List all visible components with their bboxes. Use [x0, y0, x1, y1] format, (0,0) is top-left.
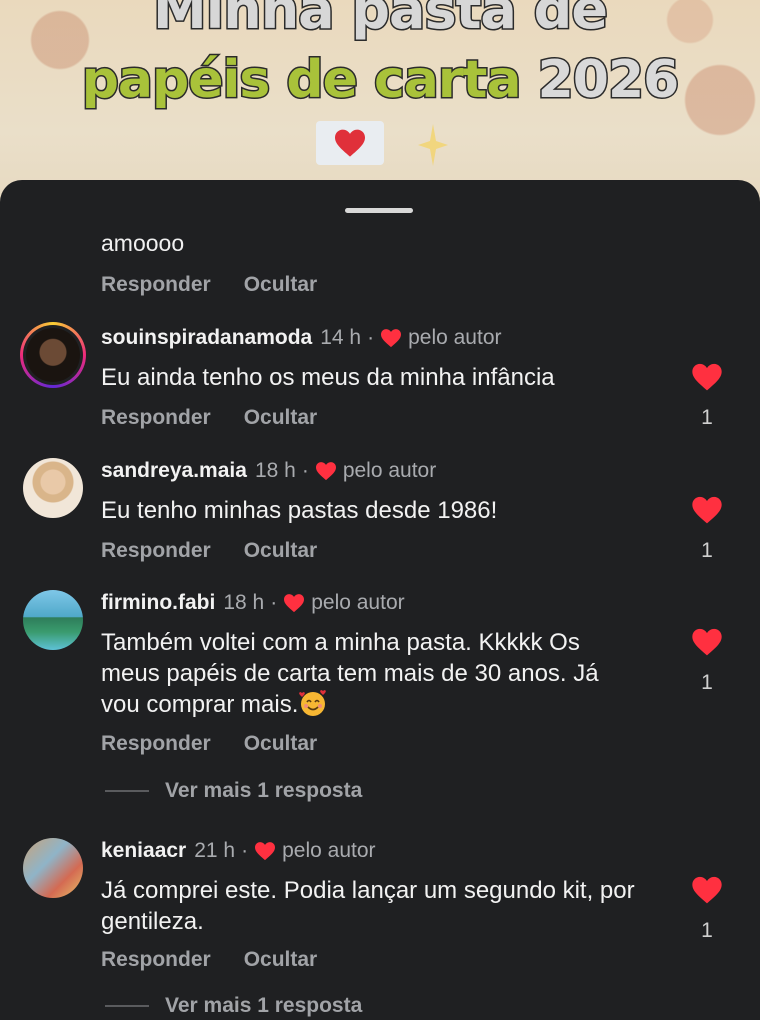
- comment-text: Eu ainda tenho os meus da minha infância: [101, 364, 555, 391]
- video-title-line2: papéis de carta 2026: [0, 49, 760, 112]
- reply-button[interactable]: Responder: [101, 539, 211, 563]
- comment-time: 18 h: [254, 459, 296, 482]
- comment-username[interactable]: keniaacr: [101, 839, 186, 863]
- comment-actions: Responder Ocultar: [101, 539, 317, 563]
- avatar[interactable]: [20, 835, 86, 901]
- hide-button[interactable]: Ocultar: [244, 732, 318, 756]
- like-heart-icon[interactable]: [691, 362, 723, 392]
- avatar-image: [23, 838, 83, 898]
- sparkle-icon: [418, 124, 448, 166]
- hide-button[interactable]: Ocultar: [244, 273, 318, 297]
- view-more-replies[interactable]: Ver mais 1 resposta: [105, 994, 362, 1018]
- comments-sheet: amoooo Responder Ocultar souinspiradanam…: [0, 180, 760, 1020]
- heart-icon: [335, 129, 365, 157]
- separator-dot: ·: [301, 459, 309, 482]
- comment-text: Eu tenho minhas pastas desde 1986!: [101, 497, 498, 524]
- comment-meta: sandreya.maia 18 h · pelo autor: [101, 459, 436, 483]
- avatar[interactable]: [20, 587, 86, 653]
- view-more-label[interactable]: Ver mais 1 resposta: [165, 779, 362, 803]
- thread-line: [105, 790, 149, 792]
- hide-button[interactable]: Ocultar: [244, 406, 318, 430]
- author-liked-heart-icon: [381, 329, 402, 348]
- hide-button[interactable]: Ocultar: [244, 948, 318, 972]
- by-author-label: pelo autor: [408, 326, 502, 349]
- sheet-drag-handle[interactable]: [345, 208, 413, 213]
- comment-time: 14 h: [320, 326, 362, 349]
- comment-meta: firmino.fabi 18 h · pelo autor: [101, 591, 405, 615]
- comment-text: Já comprei este. Podia lançar um segundo…: [101, 877, 635, 935]
- like-heart-icon[interactable]: [691, 495, 723, 525]
- by-author-label: pelo autor: [282, 839, 376, 862]
- like-count: 1: [701, 539, 713, 562]
- comment-text: Também voltei com a minha pasta. Kkkkk O…: [101, 629, 599, 718]
- thread-line: [105, 1005, 149, 1007]
- comment-meta: keniaacr 21 h · pelo autor: [101, 839, 376, 863]
- comment-actions: Responder Ocultar: [101, 732, 317, 756]
- comment-text-wrapper: Também voltei com a minha pasta. Kkkkk O…: [101, 627, 641, 720]
- view-more-replies[interactable]: Ver mais 1 resposta: [105, 779, 362, 803]
- video-title-line1: Minha pasta de: [152, 0, 610, 43]
- comment-username[interactable]: souinspiradanamoda: [101, 326, 312, 350]
- comment-time: 21 h: [194, 839, 236, 862]
- heart-emoji-tile: [316, 121, 384, 165]
- comment-username[interactable]: sandreya.maia: [101, 459, 247, 483]
- reply-button[interactable]: Responder: [101, 406, 211, 430]
- comment-time: 18 h: [223, 591, 265, 614]
- video-title-year: 2026: [536, 49, 681, 112]
- view-more-label[interactable]: Ver mais 1 resposta: [165, 994, 362, 1018]
- comment-username[interactable]: firmino.fabi: [101, 591, 215, 615]
- avatar[interactable]: [20, 322, 86, 388]
- by-author-label: pelo autor: [311, 591, 405, 614]
- comment-actions: Responder Ocultar: [101, 273, 317, 297]
- like-count: 1: [701, 406, 713, 429]
- comment-actions: Responder Ocultar: [101, 948, 317, 972]
- like-count: 1: [701, 671, 713, 694]
- comment-actions: Responder Ocultar: [101, 406, 317, 430]
- comment-text: amoooo: [101, 230, 185, 256]
- hide-button[interactable]: Ocultar: [244, 539, 318, 563]
- video-title-text: papéis de carta: [80, 49, 523, 112]
- separator-dot: ·: [270, 591, 278, 614]
- like-count: 1: [701, 919, 713, 942]
- avatar-image: [23, 590, 83, 650]
- comment-meta: souinspiradanamoda 14 h · pelo autor: [101, 326, 502, 350]
- reply-button[interactable]: Responder: [101, 273, 211, 297]
- smiling-face-with-hearts-icon: [299, 690, 327, 716]
- author-liked-heart-icon: [255, 842, 276, 861]
- author-liked-heart-icon: [284, 594, 305, 613]
- avatar-image: [26, 328, 80, 382]
- avatar-image: [23, 458, 83, 518]
- avatar[interactable]: [20, 455, 86, 521]
- reply-button[interactable]: Responder: [101, 948, 211, 972]
- separator-dot: ·: [241, 839, 249, 862]
- by-author-label: pelo autor: [342, 459, 437, 482]
- separator-dot: ·: [367, 326, 375, 349]
- reply-button[interactable]: Responder: [101, 732, 211, 756]
- like-heart-icon[interactable]: [691, 627, 723, 657]
- like-heart-icon[interactable]: [691, 875, 723, 905]
- author-liked-heart-icon: [315, 462, 336, 481]
